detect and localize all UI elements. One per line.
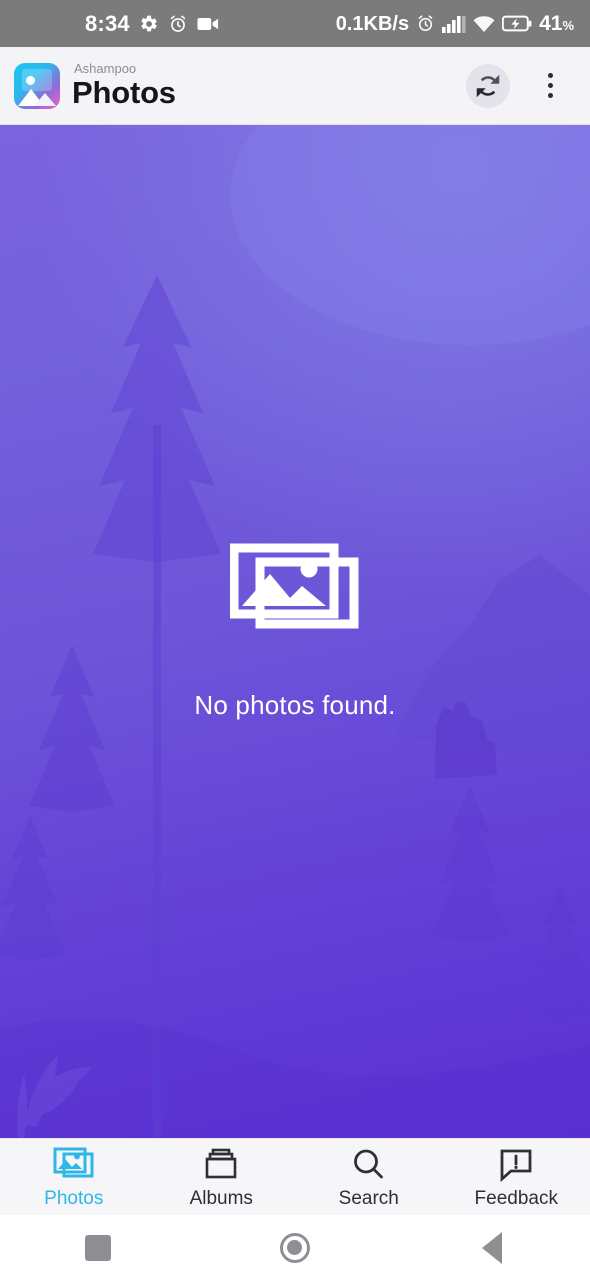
battery-charging-icon [502, 15, 532, 32]
overflow-menu-icon [547, 73, 553, 98]
network-speed: 0.1KB/s [335, 12, 410, 35]
nav-label-search: Search [338, 1187, 399, 1209]
phone-screen: 8:34 0.1KB/s 41% Ashampoo Photos No phot… [0, 0, 590, 1280]
gear-icon [141, 15, 157, 31]
page-title: Photos [72, 74, 176, 110]
back-triangle-icon [481, 1231, 502, 1264]
recents-square-icon [85, 1234, 112, 1261]
album-box-icon [205, 1148, 237, 1178]
nav-item-albums[interactable]: Albums [148, 1139, 296, 1216]
nav-item-search[interactable]: Search [295, 1139, 443, 1216]
refresh-button[interactable] [460, 58, 516, 114]
nav-item-photos[interactable]: Photos [0, 1139, 148, 1216]
nav-label-photos: Photos [44, 1187, 104, 1209]
system-navigation-bar [0, 1215, 590, 1280]
wifi-icon [473, 15, 495, 32]
app-brand: Ashampoo [74, 60, 137, 76]
photo-stack-icon [53, 1147, 94, 1177]
empty-state-message: No photos found. [194, 690, 396, 720]
nav-label-albums: Albums [189, 1187, 253, 1209]
video-camera-icon [197, 17, 218, 30]
photo-stack-icon [229, 538, 360, 638]
bottom-navigation: Photos Albums Search Feedback [0, 1138, 590, 1215]
refresh-icon [476, 74, 500, 97]
app-bar: Ashampoo Photos [0, 47, 590, 125]
status-time: 8:34 [85, 10, 130, 36]
status-bar: 8:34 0.1KB/s 41% [0, 0, 590, 47]
back-button[interactable] [442, 1215, 542, 1280]
ashampoo-photos-logo [14, 62, 60, 109]
content-area: No photos found. [0, 125, 590, 1138]
overflow-menu-button[interactable] [522, 58, 578, 114]
status-bar-left: 8:34 [85, 10, 219, 36]
feedback-icon [500, 1149, 532, 1182]
alarm-clock-icon [418, 15, 433, 31]
home-circle-icon [279, 1232, 310, 1263]
recents-button[interactable] [48, 1215, 148, 1280]
nav-item-feedback[interactable]: Feedback [443, 1139, 590, 1216]
nav-label-feedback: Feedback [474, 1187, 558, 1209]
search-icon [353, 1149, 383, 1178]
battery-level: 41% [539, 12, 574, 35]
empty-state: No photos found. [0, 125, 590, 1138]
app-title-group: Ashampoo Photos [72, 60, 176, 110]
app-bar-actions [460, 58, 578, 114]
status-bar-right: 0.1KB/s 41% [336, 13, 574, 34]
signal-bars-icon [442, 15, 466, 33]
home-button[interactable] [245, 1215, 345, 1280]
alarm-clock-icon [170, 15, 186, 32]
